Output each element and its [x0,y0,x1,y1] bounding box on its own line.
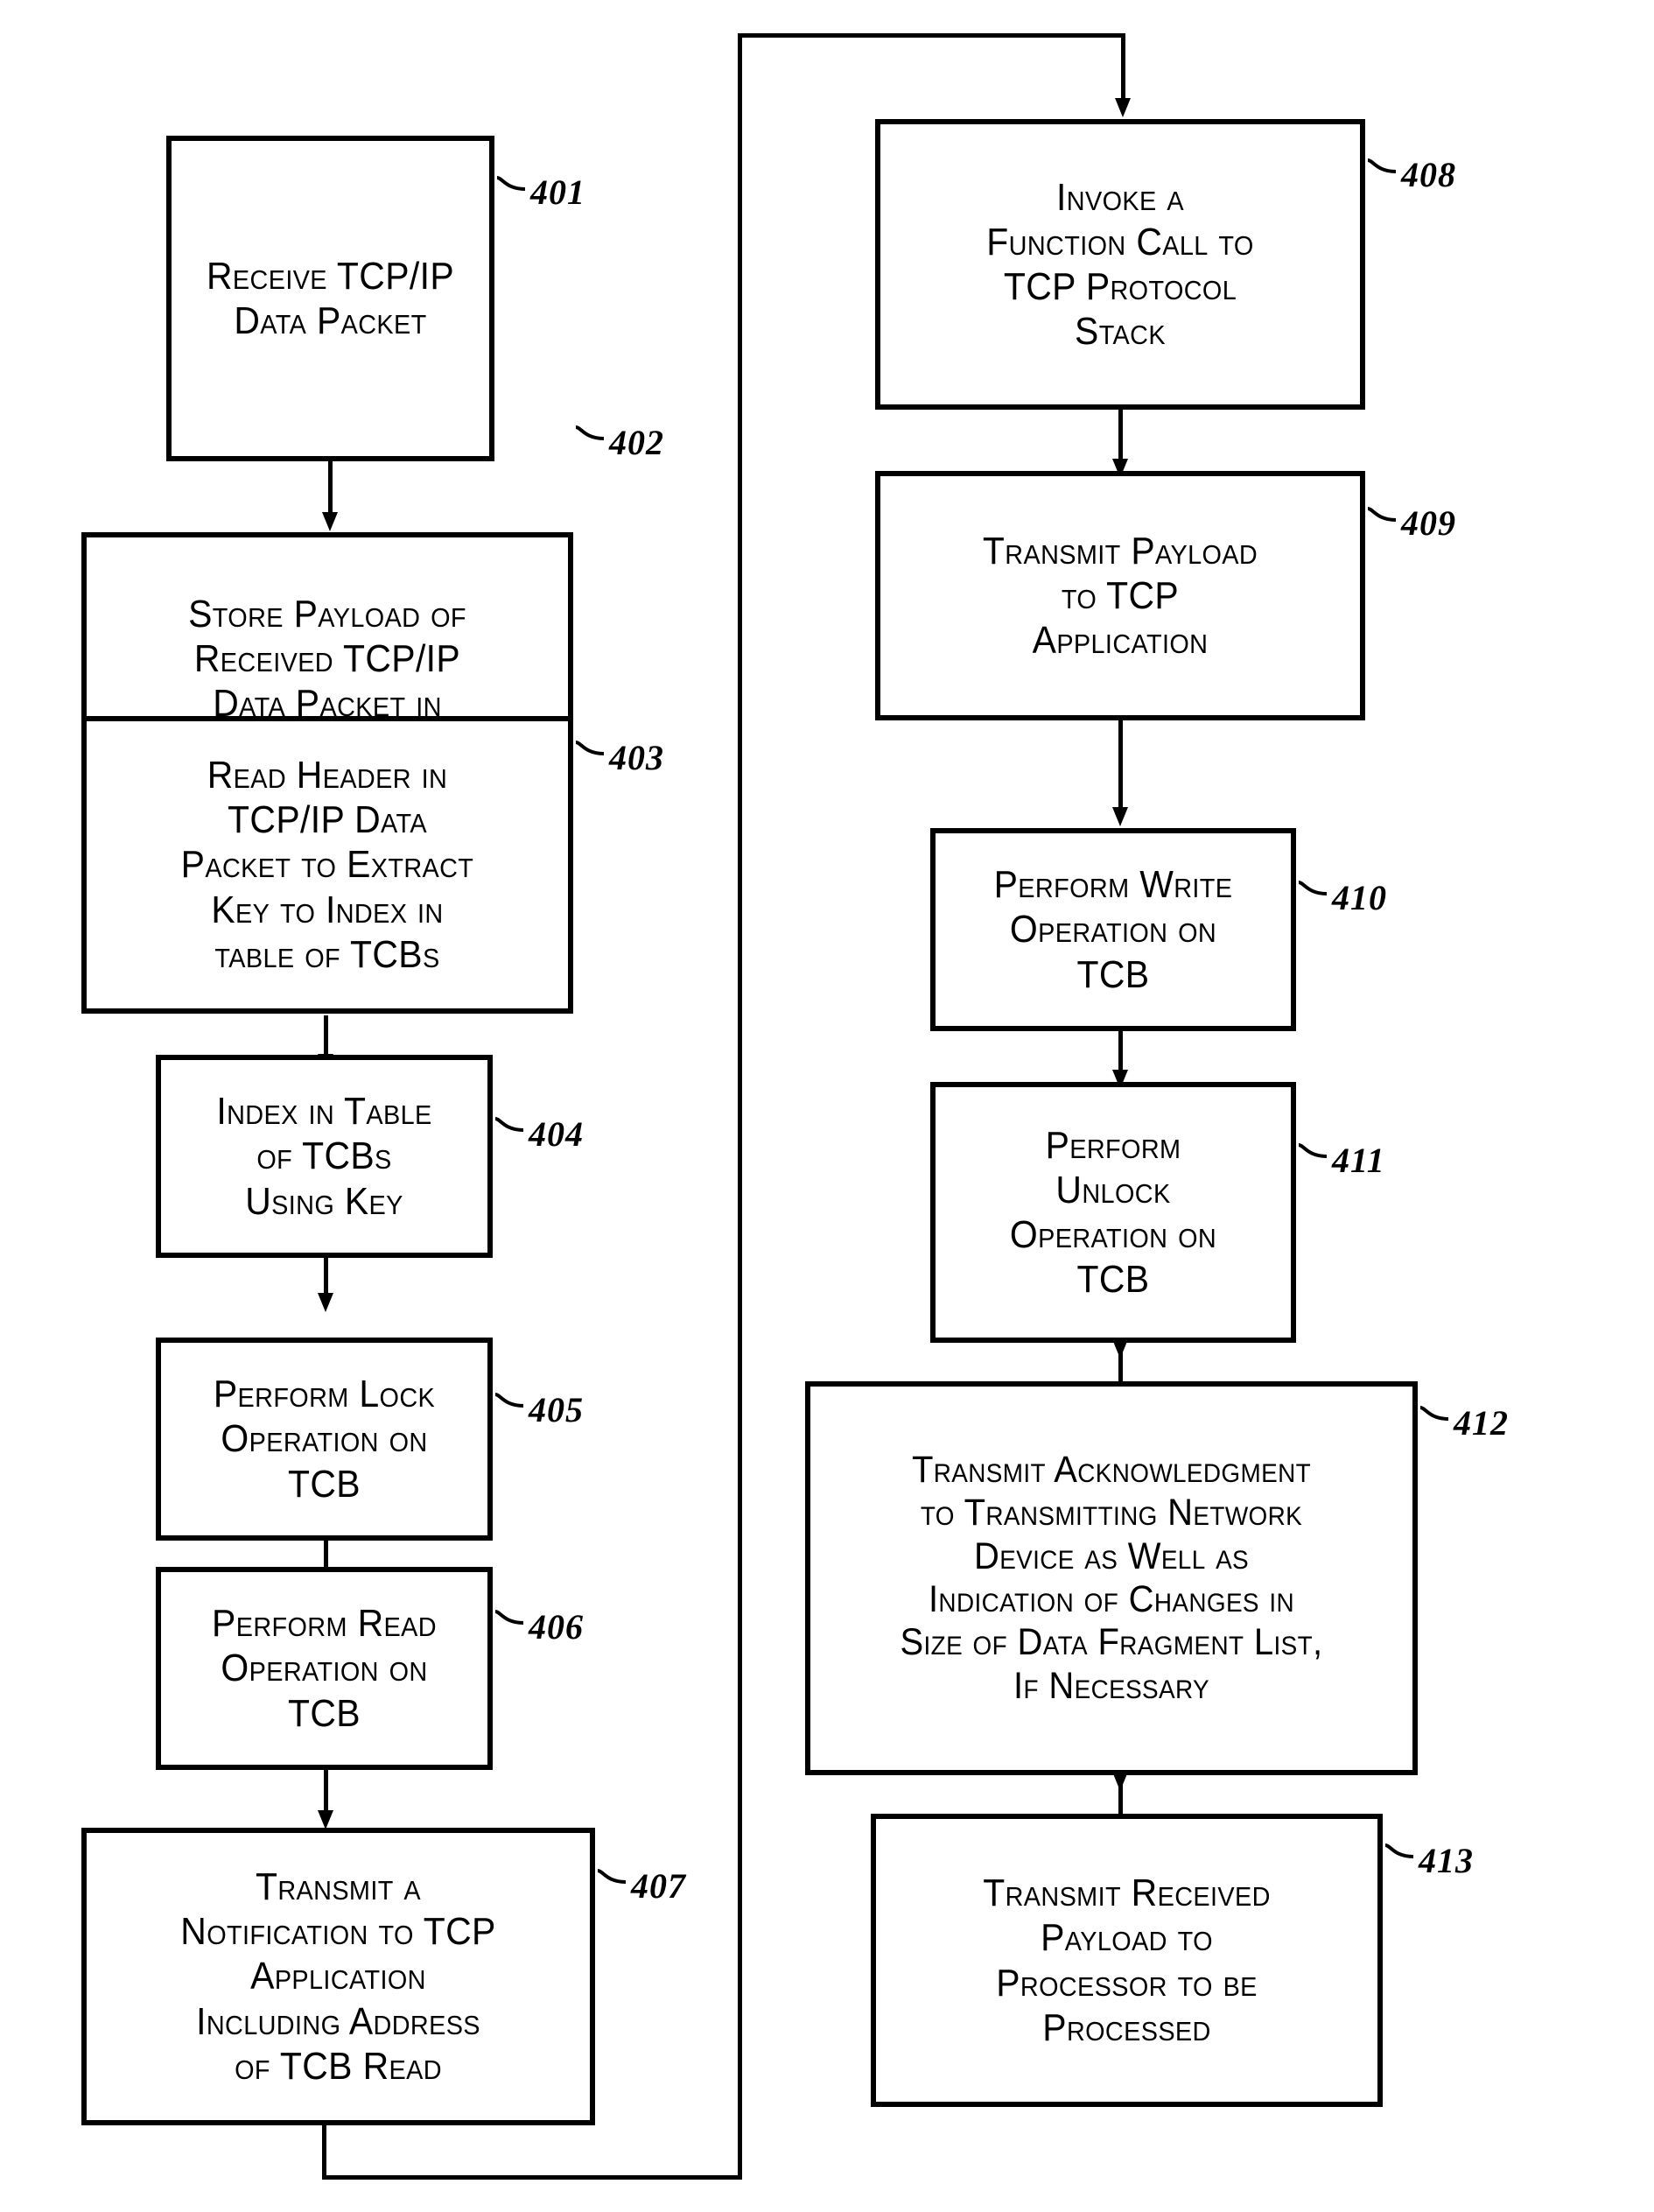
reference-numeral-411: 411 [1332,1141,1385,1180]
reference-numeral-410: 410 [1332,878,1387,917]
process-box-410: Perform Write Operation on TCB [930,828,1296,1031]
reference-numeral-412: 412 [1454,1403,1509,1443]
reference-numeral-405: 405 [529,1390,584,1429]
reference-numeral-413: 413 [1419,1841,1474,1880]
leader-line-404 [494,1116,524,1135]
arrowhead-407-408 [1115,98,1131,117]
process-box-404: Index in Table of TCBs Using Key [156,1055,493,1258]
process-box-405: Perform Lock Operation on TCB [156,1338,493,1541]
leader-line-405 [494,1392,524,1411]
reference-numeral-403: 403 [609,738,664,777]
process-box-404-label: Index in Table of TCBs Using Key [216,1090,432,1223]
reference-numeral-406: 406 [529,1607,584,1647]
reference-numeral-408: 408 [1401,155,1456,194]
process-box-408-label: Invoke a Function Call to TCP Protocol S… [986,175,1254,354]
loop-407-408-top [738,33,1125,38]
leader-line-408 [1366,158,1397,177]
reference-numeral-409: 409 [1401,503,1456,543]
process-box-409-label: Transmit Payload to TCP Application [982,529,1258,663]
patent-flowchart-figure: Receive TCP/IP Data Packet 401 Store Pay… [0,0,1654,2212]
connector-406-407 [324,1770,328,1814]
leader-line-401 [495,175,526,194]
connector-408-409 [1118,410,1123,462]
leader-line-412 [1419,1405,1449,1424]
process-box-411-label: Perform Unlock Operation on TCB [1009,1123,1217,1302]
loop-407-408-entry [1121,33,1125,102]
arrowhead-411-412 [1112,1339,1128,1359]
connector-410-411 [1118,1031,1123,1073]
process-box-407-label: Transmit a Notification to TCP Applicati… [180,1865,496,2088]
process-box-405-label: Perform Lock Operation on TCB [213,1373,436,1506]
process-box-401-label: Receive TCP/IP Data Packet [206,254,455,342]
reference-numeral-402: 402 [609,423,664,462]
arrowhead-404-405 [318,1293,333,1312]
arrowhead-412-413 [1112,1772,1128,1791]
process-box-403: Read Header in TCP/IP Data Packet to Ext… [81,716,573,1014]
leader-line-407 [596,1868,627,1887]
connector-409-410 [1118,720,1123,811]
process-box-407: Transmit a Notification to TCP Applicati… [81,1828,595,2125]
process-box-408: Invoke a Function Call to TCP Protocol S… [875,119,1365,410]
arrowhead-406-407 [318,1810,333,1829]
leader-line-410 [1297,880,1328,899]
leader-line-411 [1297,1142,1328,1162]
loop-407-408-down [322,2125,326,2180]
leader-line-402 [574,425,605,444]
reference-numeral-401: 401 [530,172,585,212]
connector-401-402 [328,461,333,516]
process-box-406: Perform Read Operation on TCB [156,1567,493,1770]
loop-407-408-bottom [322,2175,742,2180]
leader-line-409 [1366,506,1397,525]
process-box-409: Transmit Payload to TCP Application [875,471,1365,720]
process-box-412: Transmit Acknowledgment to Transmitting … [805,1381,1418,1775]
reference-numeral-407: 407 [631,1866,686,1906]
process-box-406-label: Perform Read Operation on TCB [212,1602,437,1735]
reference-numeral-404: 404 [529,1114,584,1154]
process-box-401: Receive TCP/IP Data Packet [166,136,494,461]
leader-line-413 [1384,1843,1414,1862]
process-box-410-label: Perform Write Operation on TCB [993,863,1233,996]
leader-line-403 [574,740,605,759]
arrowhead-409-410 [1112,807,1128,826]
process-box-413: Transmit Received Payload to Processor t… [871,1814,1383,2107]
leader-line-406 [494,1609,524,1628]
process-box-403-label: Read Header in TCP/IP Data Packet to Ext… [180,754,474,976]
connector-403-404 [324,1015,328,1057]
loop-407-408-left [738,33,742,2180]
process-box-411: Perform Unlock Operation on TCB [930,1082,1296,1343]
process-box-412-label: Transmit Acknowledgment to Transmitting … [900,1448,1323,1707]
connector-404-405 [324,1258,328,1296]
arrowhead-401-402 [322,512,338,531]
process-box-413-label: Transmit Received Payload to Processor t… [983,1871,1271,2049]
